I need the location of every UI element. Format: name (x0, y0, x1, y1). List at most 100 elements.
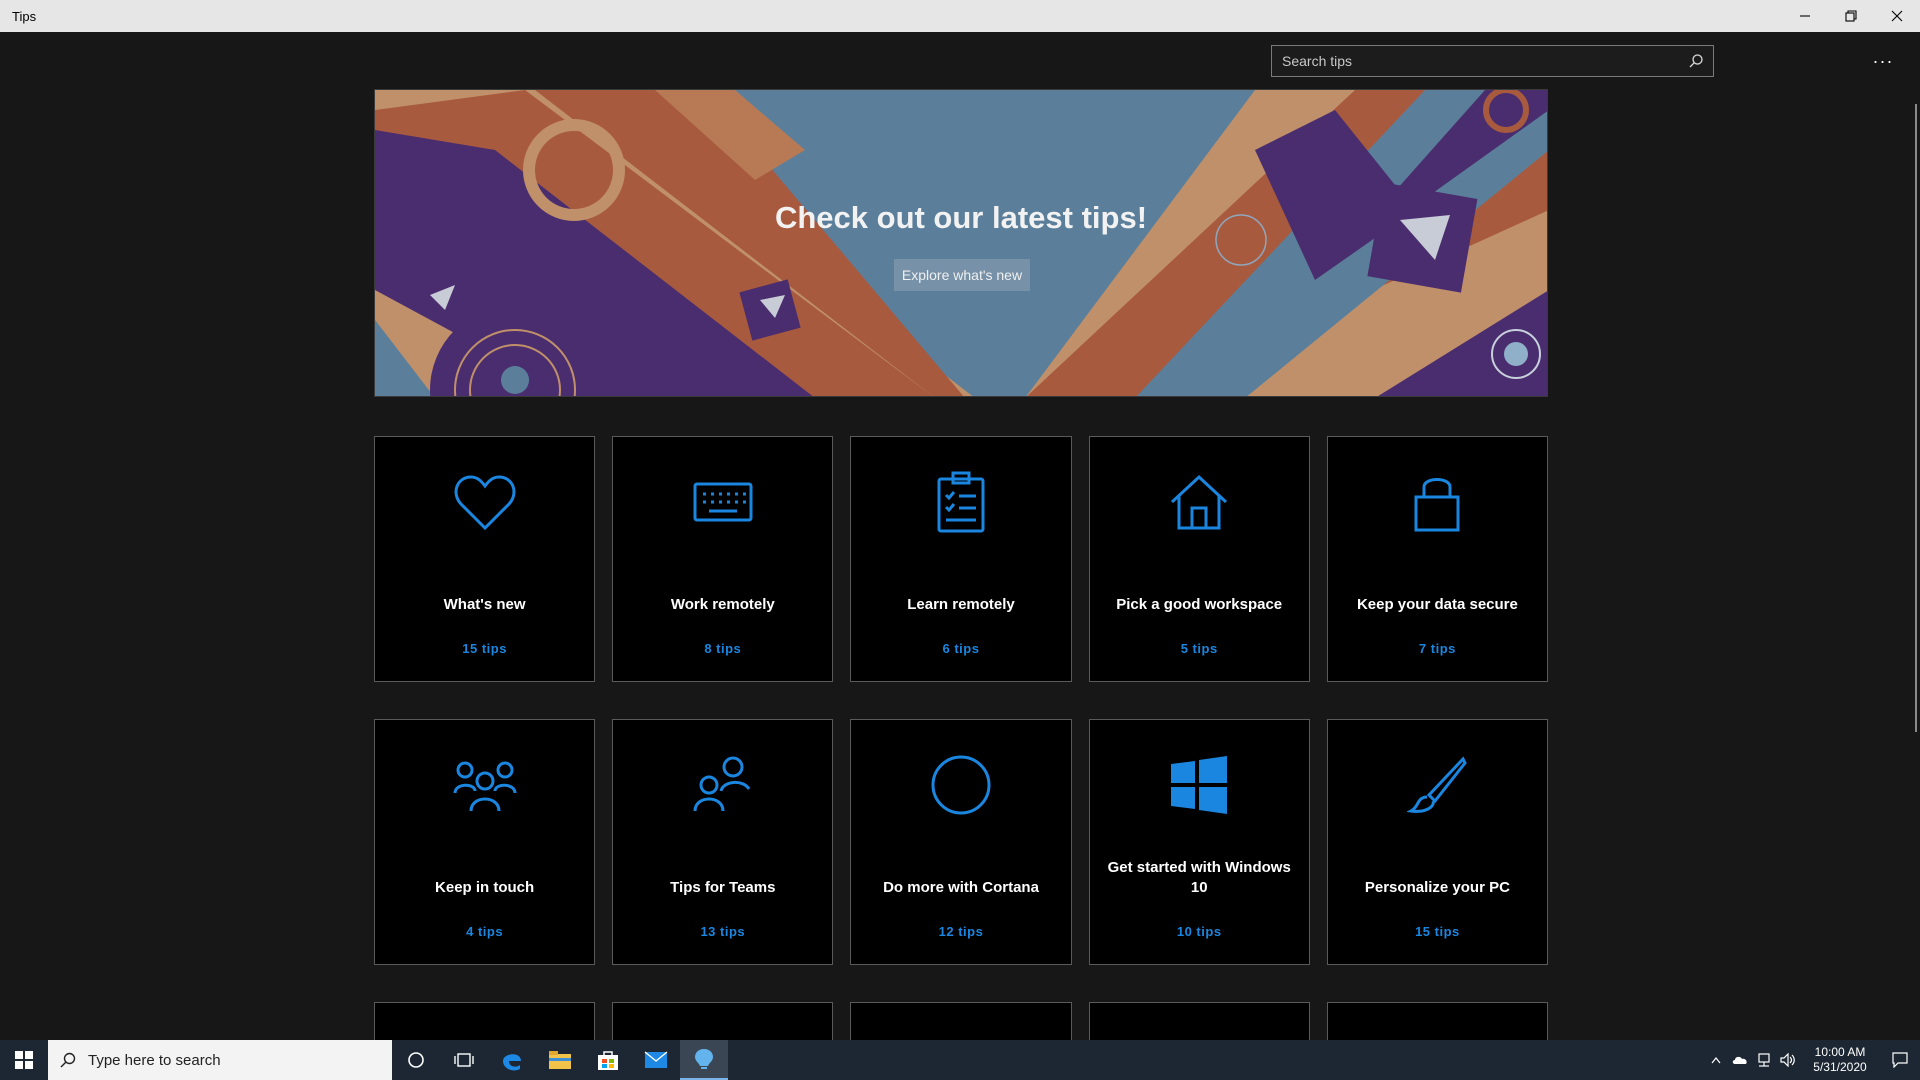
close-button[interactable] (1874, 0, 1920, 32)
brush-icon (1407, 756, 1468, 813)
card-keep-in-touch[interactable]: Keep in touch 4 tips (374, 719, 596, 965)
window-title: Tips (12, 8, 37, 24)
cards-row-1: What's new 15 tips Work remotely 8 tips … (374, 436, 1549, 682)
card-work-remotely[interactable]: Work remotely 8 tips (612, 436, 834, 682)
card-label: Personalize your PC (1364, 879, 1510, 896)
mail-button[interactable] (632, 1040, 680, 1080)
chevron-up-icon (1711, 1057, 1721, 1064)
restore-button[interactable] (1828, 0, 1874, 32)
card-label: Work remotely (670, 596, 775, 613)
system-tray: 10:00 AM 5/31/2020 (1704, 1040, 1920, 1080)
tips-taskbar-button[interactable] (680, 1040, 728, 1080)
hero-banner[interactable]: Check out our latest tips! Explore what'… (374, 89, 1548, 397)
card-count: 15 tips (1415, 924, 1460, 939)
network-icon (1758, 1053, 1770, 1067)
title-bar: Tips (0, 0, 1920, 32)
card-do-more-with-cortana[interactable]: Do more with Cortana 12 tips (850, 719, 1072, 965)
mail-icon (644, 1051, 668, 1068)
card-tips-for-teams[interactable]: Tips for Teams 13 tips (612, 719, 834, 965)
show-hidden-icons-button[interactable] (1704, 1040, 1728, 1080)
clipboard-icon (937, 471, 985, 533)
start-button[interactable] (0, 1040, 48, 1080)
card-label: Get started with Windows 10 (1107, 859, 1291, 896)
cortana-circle-icon (931, 755, 991, 815)
clock-date: 5/31/2020 (1813, 1060, 1867, 1074)
network-button[interactable] (1752, 1040, 1776, 1080)
card-label: Do more with Cortana (883, 879, 1039, 896)
heart-icon (454, 475, 516, 531)
card-partial[interactable] (612, 1002, 834, 1040)
search-icon (60, 1052, 76, 1068)
search-box[interactable] (1271, 45, 1714, 77)
edge-icon (503, 1054, 521, 1071)
tips-icon (695, 1049, 713, 1069)
card-count: 13 tips (700, 924, 746, 939)
lock-icon (1414, 478, 1460, 532)
volume-icon (1780, 1053, 1795, 1067)
windows-start-icon (15, 1051, 33, 1069)
task-view-icon (454, 1053, 474, 1067)
file-explorer-icon (549, 1051, 571, 1069)
cortana-icon (408, 1052, 424, 1068)
card-count: 4 tips (466, 924, 504, 939)
card-partial[interactable] (1326, 1002, 1549, 1040)
card-partial[interactable] (374, 1002, 596, 1040)
taskbar-clock[interactable]: 10:00 AM 5/31/2020 (1800, 1045, 1880, 1075)
volume-button[interactable] (1776, 1040, 1800, 1080)
card-get-started-with-windows-10[interactable]: Get started with Windows 10 10 tips (1088, 719, 1310, 965)
card-count: 12 tips (938, 924, 984, 939)
card-label: Learn remotely (907, 596, 1015, 613)
minimize-icon (1800, 15, 1810, 17)
close-icon (1891, 10, 1903, 22)
card-count: 5 tips (1180, 641, 1218, 656)
cards-row-3 (374, 1002, 1549, 1040)
card-count: 7 tips (1418, 641, 1456, 656)
action-center-button[interactable] (1880, 1040, 1920, 1080)
taskbar: Type here to search 10:00 AM 5/31/2020 (0, 1040, 1920, 1080)
card-label: Keep your data secure (1356, 596, 1518, 613)
hero-artwork (375, 90, 1547, 396)
windows-logo-icon (1171, 756, 1228, 814)
card-count: 10 tips (1176, 924, 1222, 939)
tips-app: ··· (0, 32, 1920, 1040)
card-count: 15 tips (462, 641, 507, 656)
card-whats-new[interactable]: What's new 15 tips (374, 436, 596, 682)
keyboard-icon (693, 482, 753, 522)
card-label: Keep in touch (435, 879, 535, 896)
hero-title: Check out our latest tips! (774, 200, 1148, 235)
card-label: Pick a good workspace (1116, 596, 1283, 613)
people-icon (453, 761, 517, 812)
restore-icon (1845, 10, 1857, 22)
notification-icon (1892, 1052, 1908, 1068)
store-icon (598, 1051, 618, 1070)
more-options-button[interactable]: ··· (1866, 45, 1900, 77)
taskbar-search-box[interactable]: Type here to search (48, 1040, 392, 1080)
cortana-button[interactable] (392, 1040, 440, 1080)
card-learn-remotely[interactable]: Learn remotely 6 tips (850, 436, 1072, 682)
search-icon (1689, 54, 1703, 68)
cloud-icon (1732, 1056, 1747, 1064)
card-label: Tips for Teams (670, 879, 776, 896)
onedrive-button[interactable] (1728, 1040, 1752, 1080)
tips-grid: What's new 15 tips Work remotely 8 tips … (374, 436, 1549, 1040)
search-button[interactable] (1679, 46, 1713, 76)
team-icon (693, 756, 751, 812)
home-icon (1171, 474, 1228, 530)
minimize-button[interactable] (1782, 0, 1828, 32)
task-view-button[interactable] (440, 1040, 488, 1080)
card-count: 6 tips (942, 641, 980, 656)
explore-whats-new-button[interactable]: Explore what's new (894, 259, 1030, 291)
edge-button[interactable] (488, 1040, 536, 1080)
file-explorer-button[interactable] (536, 1040, 584, 1080)
card-partial[interactable] (850, 1002, 1072, 1040)
clock-time: 10:00 AM (1814, 1045, 1866, 1059)
card-keep-your-data-secure[interactable]: Keep your data secure 7 tips (1326, 436, 1549, 682)
card-personalize-your-pc[interactable]: Personalize your PC 15 tips (1326, 719, 1549, 965)
card-pick-a-good-workspace[interactable]: Pick a good workspace 5 tips (1088, 436, 1310, 682)
card-partial[interactable] (1088, 1002, 1310, 1040)
store-button[interactable] (584, 1040, 632, 1080)
card-label: What's new (443, 596, 526, 613)
search-input[interactable] (1272, 53, 1679, 69)
scrollbar[interactable] (1915, 104, 1917, 732)
card-count: 8 tips (704, 641, 742, 656)
